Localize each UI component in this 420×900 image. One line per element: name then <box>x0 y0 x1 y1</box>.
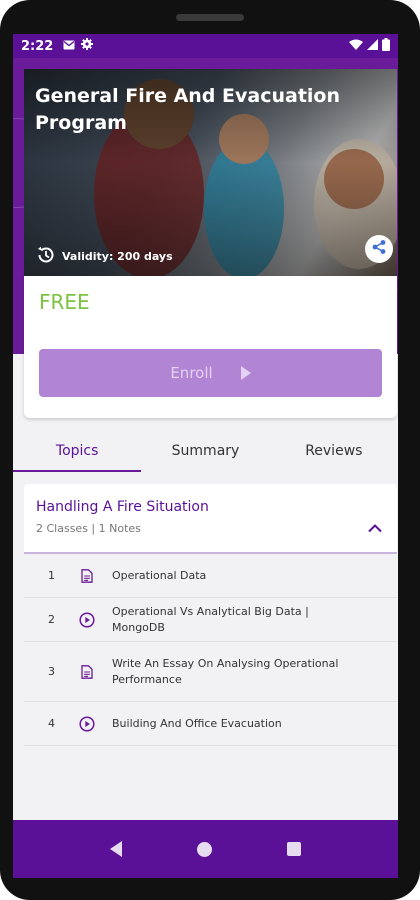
section-subtitle: 2 Classes | 1 Notes <box>36 522 141 535</box>
share-button[interactable] <box>365 235 393 263</box>
back-icon[interactable] <box>110 841 123 857</box>
lesson-item[interactable]: 4 Building And Office Evacuation <box>24 702 397 746</box>
mail-icon <box>63 39 75 54</box>
lesson-item[interactable]: 3 Write An Essay On Analysing Operationa… <box>24 642 397 702</box>
lesson-title: Operational Vs Analytical Big Data | Mon… <box>112 604 309 634</box>
play-arrow-icon <box>240 366 251 380</box>
system-nav-bar <box>13 820 398 878</box>
tab-reviews[interactable]: Reviews <box>270 430 398 472</box>
lesson-title: Write An Essay On Analysing Operational … <box>112 656 339 686</box>
settings-gear-icon <box>81 38 94 54</box>
section-title: Handling A Fire Situation <box>36 499 209 515</box>
course-price: FREE <box>39 290 90 314</box>
home-icon[interactable] <box>196 841 212 857</box>
course-tabs: Topics Summary Reviews <box>13 430 398 472</box>
status-indicators <box>349 37 390 55</box>
status-bar: 2:22 <box>13 34 398 58</box>
play-circle-icon <box>78 715 96 732</box>
app-screen: 2:22 General Fire And Evacuation Program… <box>13 34 398 878</box>
share-icon <box>371 239 387 259</box>
lesson-item[interactable]: 2 Operational Vs Analytical Big Data | M… <box>24 598 397 642</box>
lesson-number: 4 <box>48 717 55 730</box>
section-header[interactable]: Handling A Fire Situation 2 Classes | 1 … <box>24 484 397 554</box>
enroll-button[interactable]: Enroll <box>39 349 382 397</box>
wifi-icon <box>349 39 363 54</box>
lesson-title: Operational Data <box>112 568 207 582</box>
lesson-number: 3 <box>48 665 55 678</box>
enroll-label: Enroll <box>170 364 213 382</box>
course-hero-image: General Fire And Evacuation Program Vali… <box>24 69 397 276</box>
document-icon <box>78 664 96 679</box>
validity-text: Validity: 200 days <box>62 250 173 263</box>
lesson-number: 1 <box>48 569 55 582</box>
tab-summary[interactable]: Summary <box>141 430 269 472</box>
phone-frame: 2:22 General Fire And Evacuation Program… <box>0 0 420 900</box>
lesson-number: 2 <box>48 613 55 626</box>
tab-topics[interactable]: Topics <box>13 430 142 472</box>
lesson-item[interactable]: 1 Operational Data <box>24 554 397 598</box>
recent-apps-icon[interactable] <box>286 842 301 856</box>
topic-section: Handling A Fire Situation 2 Classes | 1 … <box>24 484 397 746</box>
play-circle-icon <box>78 611 96 628</box>
status-time: 2:22 <box>21 38 54 54</box>
phone-speaker <box>176 14 244 21</box>
validity-info: Validity: 200 days <box>36 245 173 268</box>
signal-icon <box>367 38 378 54</box>
chevron-up-icon[interactable] <box>367 518 383 537</box>
price-card: FREE Enroll <box>24 276 397 418</box>
history-clock-icon <box>36 245 62 268</box>
battery-icon <box>382 37 390 55</box>
course-title: General Fire And Evacuation Program <box>35 85 340 134</box>
lesson-title: Building And Office Evacuation <box>112 716 282 730</box>
document-icon <box>78 568 96 583</box>
